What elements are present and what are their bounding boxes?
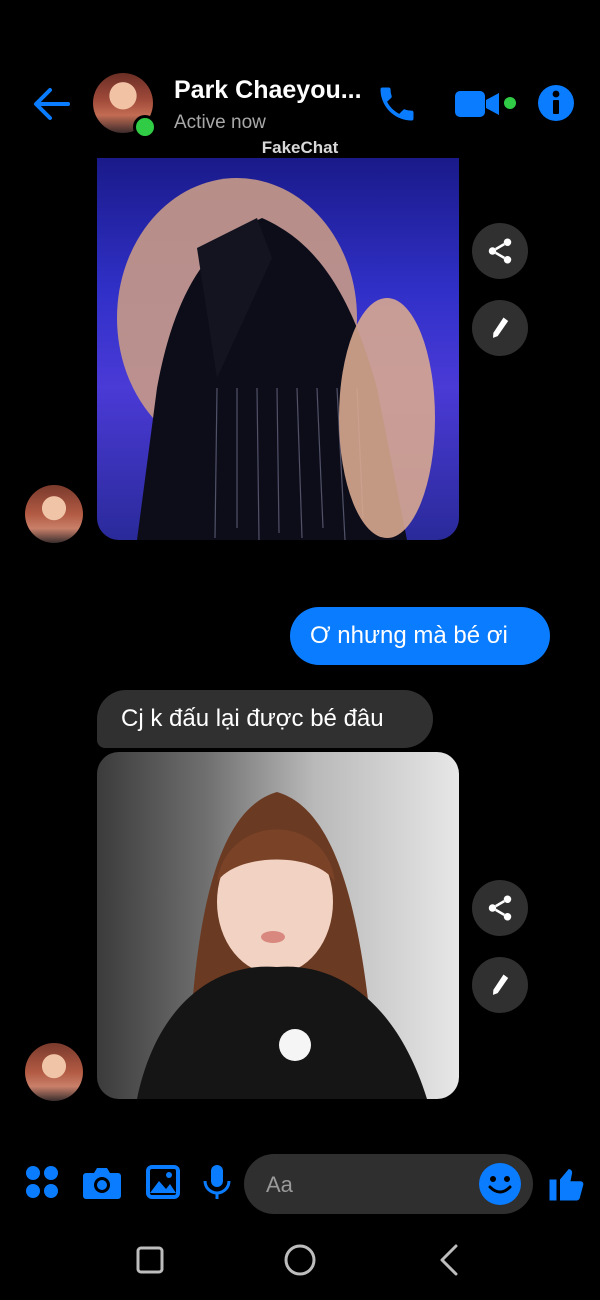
voice-call-button[interactable]: [375, 82, 419, 126]
microphone-icon: [203, 1165, 231, 1199]
message-bubble-incoming[interactable]: Cj k đấu lại được bé đâu: [97, 690, 433, 748]
message-image-performance[interactable]: [97, 158, 459, 540]
info-icon: [538, 85, 574, 121]
contact-avatar-small[interactable]: [25, 485, 83, 543]
gallery-button[interactable]: [145, 1164, 185, 1204]
contact-status: Active now: [174, 112, 266, 133]
watermark: FakeChat: [261, 138, 339, 157]
microphone-button[interactable]: [202, 1164, 242, 1204]
thumbs-up-icon: [549, 1169, 584, 1201]
home-button[interactable]: [280, 1240, 320, 1280]
camera-button[interactable]: [82, 1164, 122, 1204]
video-call-button[interactable]: [453, 86, 501, 122]
online-indicator: [133, 115, 157, 139]
contact-avatar-small[interactable]: [25, 1043, 83, 1101]
back-button[interactable]: [30, 84, 74, 124]
phone-icon: [380, 87, 414, 121]
emoji-button[interactable]: [479, 1163, 521, 1205]
back-arrow-icon: [34, 88, 70, 120]
portrait-photo: [137, 792, 427, 1099]
back-chevron-icon: [440, 1244, 458, 1276]
emoji-icon: [488, 1176, 512, 1194]
performance-photo: [117, 178, 435, 540]
gallery-icon: [146, 1165, 180, 1199]
video-online-dot: [504, 97, 516, 109]
pencil-icon: [493, 317, 509, 338]
share-icon: [488, 238, 512, 264]
edit-button[interactable]: [472, 300, 528, 356]
contact-name[interactable]: Park Chaeyou...: [174, 76, 362, 105]
share-button[interactable]: [472, 223, 528, 279]
message-input[interactable]: [264, 1154, 468, 1216]
share-icon: [488, 895, 512, 921]
square-icon: [136, 1246, 164, 1274]
info-button[interactable]: [537, 84, 575, 122]
message-text: Ơ nhưng mà bé ơi: [310, 622, 508, 649]
share-button[interactable]: [472, 880, 528, 936]
video-icon: [455, 91, 499, 117]
apps-button[interactable]: [24, 1164, 64, 1204]
system-back-button[interactable]: [430, 1240, 470, 1280]
message-input-container: [244, 1154, 533, 1216]
message-image-portrait[interactable]: [97, 752, 459, 1099]
apps-icon: [26, 1166, 58, 1198]
edit-button[interactable]: [472, 957, 528, 1013]
message-bubble-outgoing[interactable]: Ơ nhưng mà bé ơi: [290, 607, 550, 665]
circle-icon: [284, 1244, 316, 1276]
pencil-icon: [493, 974, 509, 995]
like-button[interactable]: [546, 1162, 586, 1202]
recent-apps-button[interactable]: [130, 1240, 170, 1280]
camera-icon: [83, 1168, 121, 1199]
message-text: Cj k đấu lại được bé đâu: [121, 705, 384, 732]
